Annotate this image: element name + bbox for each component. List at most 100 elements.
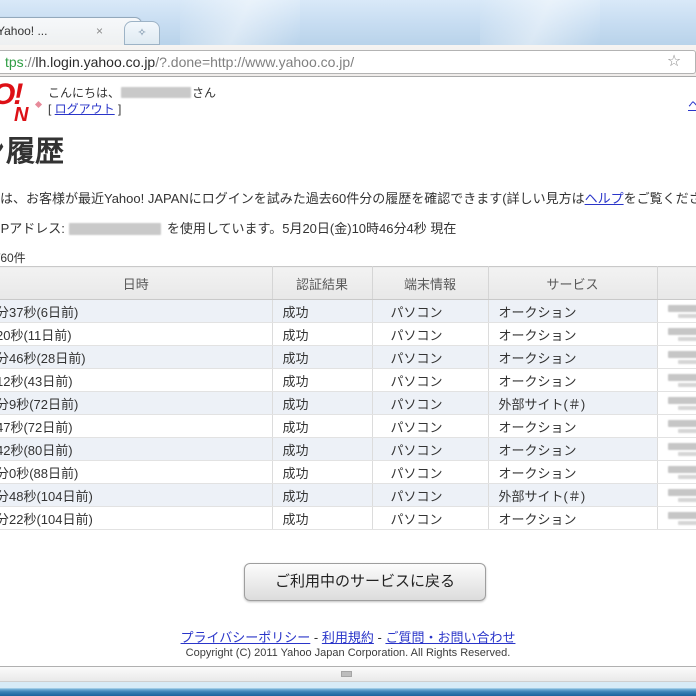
description-pre: は、お客様が最近Yahoo! JAPANにログインを試みた過去60件分の履歴を確… <box>0 191 585 206</box>
description-line: は、お客様が最近Yahoo! JAPANにログインを試みた過去60件分の履歴を確… <box>0 188 696 207</box>
address-bar[interactable]: tps://lh.login.yahoo.co.jp/?.done=http:/… <box>0 50 696 74</box>
logo-registered-mark <box>34 100 43 109</box>
link-separator: - <box>310 630 322 645</box>
login-history-body: 分37秒(6日前) 成功 パソコン オークション 20秒(11日前) 成功 パソ… <box>0 299 696 530</box>
ip-label: IPアドレス: <box>0 221 65 236</box>
censored-ip-blob-2 <box>677 451 696 456</box>
table-row: 分22秒(104日前) 成功 パソコン オークション <box>0 506 696 530</box>
censored-ip-blob-2 <box>677 382 696 387</box>
censored-ip-blob <box>667 350 696 358</box>
url-host: lh.login.yahoo.co.jp <box>35 54 156 70</box>
cell-device: パソコン <box>372 506 489 530</box>
cell-auth-result: 成功 <box>272 391 373 415</box>
table-row: 分0秒(88日前) 成功 パソコン オークション <box>0 460 696 484</box>
table-row: 分37秒(6日前) 成功 パソコン オークション <box>0 299 696 323</box>
cell-datetime: 分0秒(88日前) <box>0 465 79 481</box>
cell-auth-result: 成功 <box>272 483 373 507</box>
cell-service: オークション <box>488 368 658 392</box>
title-cut-fragment: ン <box>0 128 5 170</box>
censored-ip-blob <box>667 465 696 473</box>
cell-masked-ip <box>657 414 696 438</box>
censored-ip-blob-2 <box>677 520 696 525</box>
contact-link[interactable]: ご質問・お問い合わせ <box>385 630 515 645</box>
taskbar-edge <box>0 688 696 696</box>
cell-service: オークション <box>488 460 658 484</box>
censored-ip-blob <box>667 327 696 335</box>
cell-datetime: 分37秒(6日前) <box>0 304 79 320</box>
cell-datetime: 12秒(43日前) <box>0 373 73 389</box>
cell-device: パソコン <box>372 460 489 484</box>
censored-ip-blob-2 <box>677 336 696 341</box>
help-link[interactable]: ヘルプ <box>585 191 624 206</box>
cell-datetime: 分46秒(28日前) <box>0 350 86 366</box>
cell-auth-result: 成功 <box>272 322 373 346</box>
bracket-open: [ <box>48 102 55 116</box>
censored-ip-blob-2 <box>677 497 696 502</box>
bracket-close: ] <box>114 102 122 116</box>
table-header-row: 日時 認証結果 端末情報 サービス <box>0 266 696 300</box>
col-header-masked <box>657 266 696 300</box>
cell-device: パソコン <box>372 322 489 346</box>
cell-masked-ip <box>657 506 696 530</box>
url-scheme: tps <box>5 54 24 70</box>
cell-service: 外部サイト(＃) <box>488 483 658 507</box>
table-row: 分9秒(72日前) 成功 パソコン 外部サイト(＃) <box>0 391 696 415</box>
cell-device: パソコン <box>372 391 489 415</box>
censored-ip-blob <box>667 511 696 519</box>
cell-device: パソコン <box>372 483 489 507</box>
table-row: 分48秒(104日前) 成功 パソコン 外部サイト(＃) <box>0 483 696 507</box>
cell-auth-result: 成功 <box>272 414 373 438</box>
browser-tab[interactable]: Yahoo! ... × <box>0 17 142 45</box>
table-row: 分46秒(28日前) 成功 パソコン オークション <box>0 345 696 369</box>
cell-datetime: 分22秒(104日前) <box>0 511 93 527</box>
help-link-cutoff[interactable]: ヘルプ <box>688 96 696 113</box>
return-to-service-button[interactable]: ご利用中のサービスに戻る <box>244 563 486 601</box>
cell-auth-result: 成功 <box>272 345 373 369</box>
logo-text-fragment-2: N <box>14 104 28 126</box>
col-header-device: 端末情報 <box>372 266 489 300</box>
new-tab-icon: ✧ <box>137 27 147 39</box>
censored-ip-blob-2 <box>677 474 696 479</box>
cell-masked-ip <box>657 322 696 346</box>
bookmark-star-icon[interactable]: ☆ <box>662 50 686 74</box>
censored-ip-blob <box>667 304 696 312</box>
tab-close-icon[interactable]: × <box>96 24 103 38</box>
cell-service: オークション <box>488 299 658 323</box>
greeting-suffix: さん <box>192 86 217 100</box>
new-tab-button[interactable]: ✧ <box>124 21 160 45</box>
cell-masked-ip <box>657 437 696 461</box>
cell-datetime: 47秒(72日前) <box>0 419 73 435</box>
privacy-policy-link[interactable]: プライバシーポリシー <box>181 630 311 645</box>
titlebar-glass-streak <box>180 0 300 45</box>
greeting-line: こんにちは、 さん <box>48 84 216 101</box>
logout-line: [ ログアウト ] <box>48 100 121 117</box>
censored-ip-blob <box>667 419 696 427</box>
cell-service: オークション <box>488 345 658 369</box>
yahoo-japan-logo[interactable]: O! N <box>0 80 48 132</box>
cell-device: パソコン <box>372 345 489 369</box>
cell-auth-result: 成功 <box>272 299 373 323</box>
cell-service: オークション <box>488 322 658 346</box>
footer-links: プライバシーポリシー - 利用規約 - ご質問・お問い合わせ <box>0 627 696 646</box>
cell-datetime: 分9秒(72日前) <box>0 396 79 412</box>
cell-masked-ip <box>657 345 696 369</box>
cell-device: パソコン <box>372 414 489 438</box>
cell-device: パソコン <box>372 368 489 392</box>
table-row: 42秒(80日前) 成功 パソコン オークション <box>0 437 696 461</box>
terms-link[interactable]: 利用規約 <box>322 630 374 645</box>
ip-line-post: を使用しています。5月20日(金)10時46分4秒 現在 <box>166 221 457 236</box>
cell-auth-result: 成功 <box>272 460 373 484</box>
copyright-text: Copyright (C) 2011 Yahoo Japan Corporati… <box>185 647 511 659</box>
cell-datetime: 20秒(11日前) <box>0 327 72 343</box>
censored-ip-blob <box>667 442 696 450</box>
titlebar-glass-streak <box>480 0 600 45</box>
logout-link[interactable]: ログアウト <box>55 102 115 116</box>
cell-datetime: 42秒(80日前) <box>0 442 73 458</box>
cell-service: 外部サイト(＃) <box>488 391 658 415</box>
login-history-table: 日時 認証結果 端末情報 サービス 分37秒(6日前) 成功 パソコン オークシ… <box>0 266 696 530</box>
censored-ip-address <box>68 222 161 235</box>
cell-datetime: 分48秒(104日前) <box>0 488 93 504</box>
url-separator: :// <box>23 54 36 70</box>
browser-window: Yahoo! ... × ✧ tps://lh.login.yahoo.co.j… <box>0 0 696 696</box>
scrollbar-grip[interactable] <box>341 671 352 677</box>
